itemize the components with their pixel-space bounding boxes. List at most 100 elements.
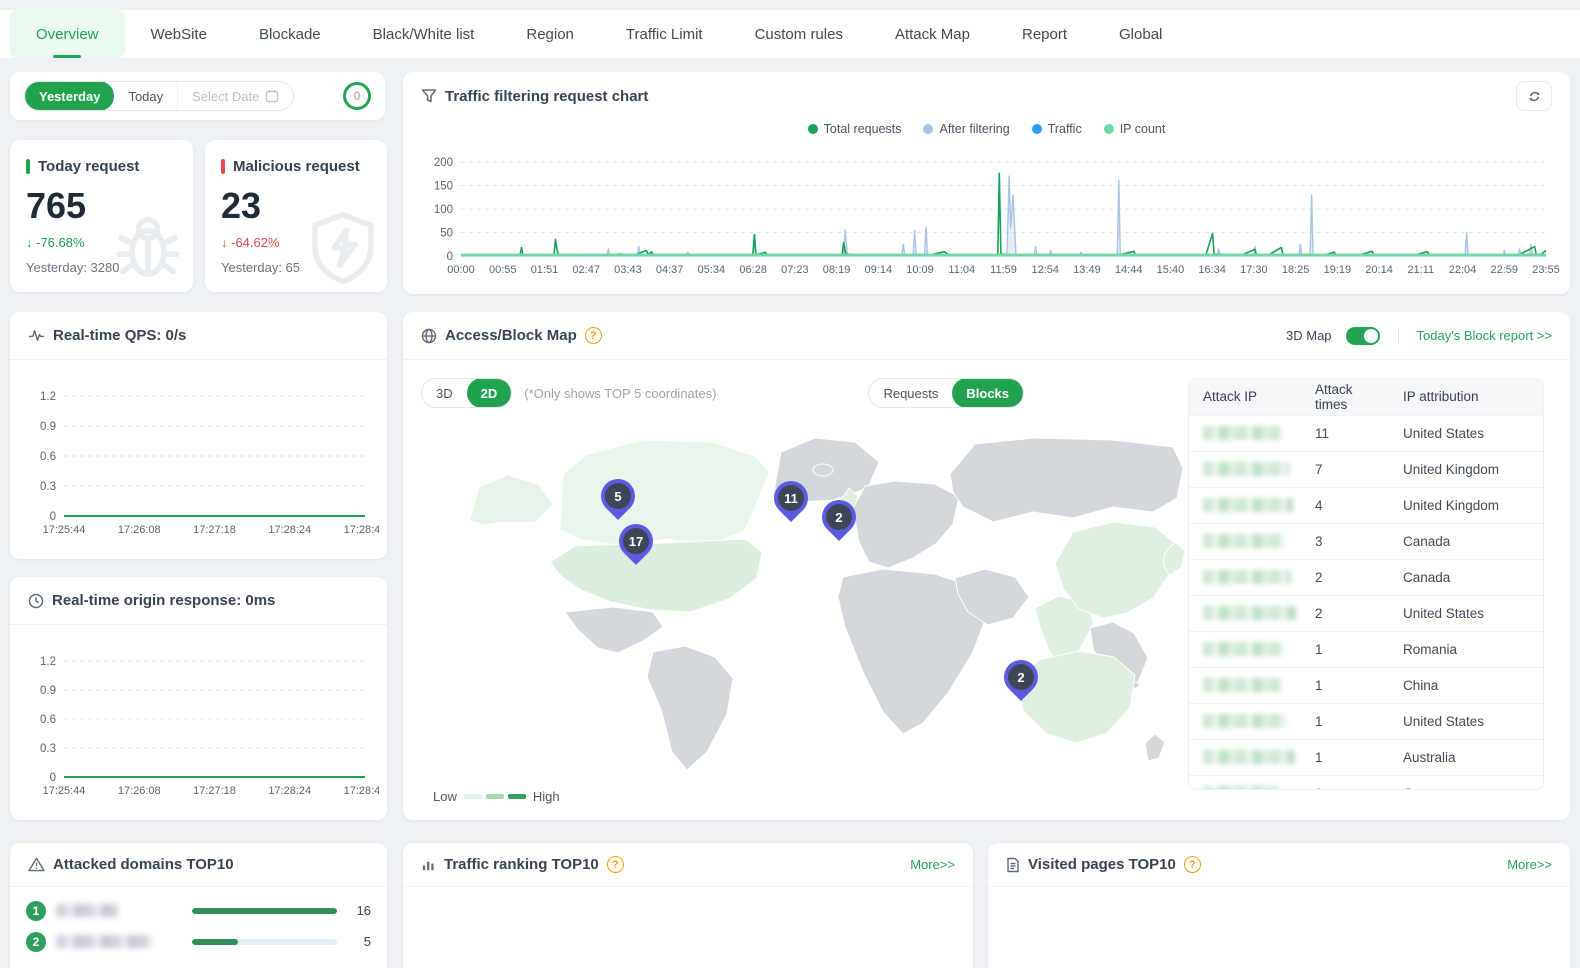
svg-text:17:25:44: 17:25:44	[43, 785, 86, 797]
attack-table-row: 2United States	[1189, 595, 1543, 631]
traffic-ranking-card: Traffic ranking TOP10 ? More>>	[403, 843, 973, 968]
tab-website[interactable]: WebSite	[125, 10, 233, 58]
svg-text:23:55: 23:55	[1532, 264, 1560, 276]
svg-text:00:55: 00:55	[489, 264, 517, 276]
card-title: Access/Block Map	[445, 327, 577, 344]
stat-title: Today request	[38, 158, 139, 175]
ip-attribution-value: Australia	[1395, 739, 1543, 775]
svg-text:150: 150	[434, 181, 453, 193]
svg-text:0.3: 0.3	[40, 743, 56, 755]
svg-text:0.9: 0.9	[40, 685, 56, 697]
redacted-ip	[1203, 786, 1279, 790]
refresh-countdown: 0	[343, 82, 371, 110]
map-pin-australia[interactable]: 2	[997, 653, 1045, 701]
redacted-domain	[56, 935, 152, 948]
svg-text:01:51: 01:51	[531, 264, 559, 276]
redacted-ip	[1203, 498, 1293, 512]
svg-text:200: 200	[434, 157, 453, 169]
map-help-icon[interactable]: ?	[585, 327, 602, 344]
tab-region[interactable]: Region	[500, 10, 600, 58]
svg-text:50: 50	[440, 228, 453, 240]
map-pin-united-states[interactable]: 17	[612, 517, 660, 565]
tab-overview[interactable]: Overview	[10, 10, 125, 58]
map-mode-segment: 3D 2D	[421, 378, 512, 408]
dashboard-page: OverviewWebSiteBlockadeBlack/White listR…	[0, 0, 1580, 968]
domain-bar	[192, 939, 337, 945]
svg-text:18:25: 18:25	[1282, 264, 1310, 276]
tab-report[interactable]: Report	[996, 10, 1093, 58]
ip-attribution-value: Canada	[1395, 559, 1543, 595]
tab-custom-rules[interactable]: Custom rules	[729, 10, 869, 58]
map-pin-canada[interactable]: 5	[594, 472, 642, 520]
top-nav: OverviewWebSiteBlockadeBlack/White listR…	[0, 10, 1580, 58]
legend-traffic[interactable]: Traffic	[1032, 122, 1082, 136]
attack-times-value: 1	[1307, 703, 1395, 739]
legend-total-requests[interactable]: Total requests	[808, 122, 902, 136]
attack-times-value: 1	[1307, 667, 1395, 703]
access-block-map-card: Access/Block Map ? 3D Map Today's Block …	[403, 312, 1570, 820]
3d-map-toggle[interactable]	[1346, 327, 1380, 345]
redacted-ip	[1203, 426, 1281, 440]
select-date-label: Select Date	[192, 89, 259, 104]
legend-ip-count[interactable]: IP count	[1104, 122, 1166, 136]
svg-text:1.2: 1.2	[40, 391, 56, 403]
svg-text:0: 0	[447, 251, 453, 263]
attack-times-value: 4	[1307, 487, 1395, 523]
map-pin-eastern-europe[interactable]: 2	[815, 493, 863, 541]
col-attack-times: Attack times	[1307, 379, 1395, 415]
tab-global[interactable]: Global	[1093, 10, 1188, 58]
attack-table-row: 1Romania	[1189, 631, 1543, 667]
tab-attack-map[interactable]: Attack Map	[869, 10, 996, 58]
ranking-help-icon[interactable]: ?	[607, 856, 624, 873]
map-pin-united-kingdom[interactable]: 11	[767, 474, 815, 522]
tab-black-white-list[interactable]: Black/White list	[347, 10, 501, 58]
svg-text:17:30: 17:30	[1240, 264, 1268, 276]
svg-text:19:19: 19:19	[1324, 264, 1352, 276]
legend-bar	[464, 794, 482, 799]
card-title: Real-time QPS: 0/s	[53, 327, 186, 344]
svg-text:00:00: 00:00	[447, 264, 475, 276]
col-attack-ip: Attack IP	[1189, 379, 1307, 415]
select-date-button[interactable]: Select Date	[177, 81, 293, 111]
svg-text:17:27:18: 17:27:18	[193, 785, 236, 797]
attack-times-value: 3	[1307, 523, 1395, 559]
svg-text:15:40: 15:40	[1157, 264, 1185, 276]
refresh-button[interactable]	[1516, 81, 1552, 111]
ranking-more-link[interactable]: More>>	[910, 857, 955, 872]
today-button[interactable]: Today	[114, 81, 177, 111]
svg-text:04:37: 04:37	[656, 264, 684, 276]
redacted-ip	[1203, 642, 1283, 656]
block-report-link[interactable]: Today's Block report >>	[1417, 328, 1552, 343]
divider	[1398, 328, 1399, 344]
ip-attribution-value: Romania	[1395, 631, 1543, 667]
tab-blockade[interactable]: Blockade	[233, 10, 347, 58]
svg-text:0: 0	[50, 772, 56, 784]
world-map: 5171122	[413, 412, 1193, 782]
tab-traffic-limit[interactable]: Traffic Limit	[600, 10, 729, 58]
svg-text:1.2: 1.2	[40, 656, 56, 668]
visited-more-link[interactable]: More>>	[1507, 857, 1552, 872]
svg-text:16:34: 16:34	[1198, 264, 1226, 276]
svg-text:17:28:41: 17:28:41	[344, 785, 379, 797]
svg-text:12:54: 12:54	[1031, 264, 1059, 276]
legend-after-filtering[interactable]: After filtering	[923, 122, 1009, 136]
traffic-chart-card: Traffic filtering request chart Total re…	[403, 72, 1570, 294]
visited-help-icon[interactable]: ?	[1184, 856, 1201, 873]
requests-button[interactable]: Requests	[869, 378, 952, 408]
redacted-ip	[1203, 606, 1297, 620]
svg-text:10:09: 10:09	[906, 264, 934, 276]
mode-2d-button[interactable]: 2D	[467, 378, 512, 408]
attack-table-row: 1United States	[1189, 703, 1543, 739]
mode-3d-button[interactable]: 3D	[422, 378, 467, 408]
attack-times-value: 2	[1307, 595, 1395, 631]
yesterday-button[interactable]: Yesterday	[25, 81, 114, 111]
ip-attribution-value: United Kingdom	[1395, 451, 1543, 487]
blocks-button[interactable]: Blocks	[952, 378, 1023, 408]
card-title: Real-time origin response: 0ms	[52, 592, 275, 609]
map-density-legend: Low High	[433, 789, 560, 804]
chart-legend: Total requests After filtering Traffic IP c…	[403, 122, 1570, 136]
svg-text:02:47: 02:47	[572, 264, 600, 276]
svg-text:05:34: 05:34	[698, 264, 726, 276]
traffic-line-chart: 05010015020000:0000:5501:5102:4703:4304:…	[413, 154, 1560, 287]
map-filter-segment: Requests Blocks	[868, 378, 1024, 408]
